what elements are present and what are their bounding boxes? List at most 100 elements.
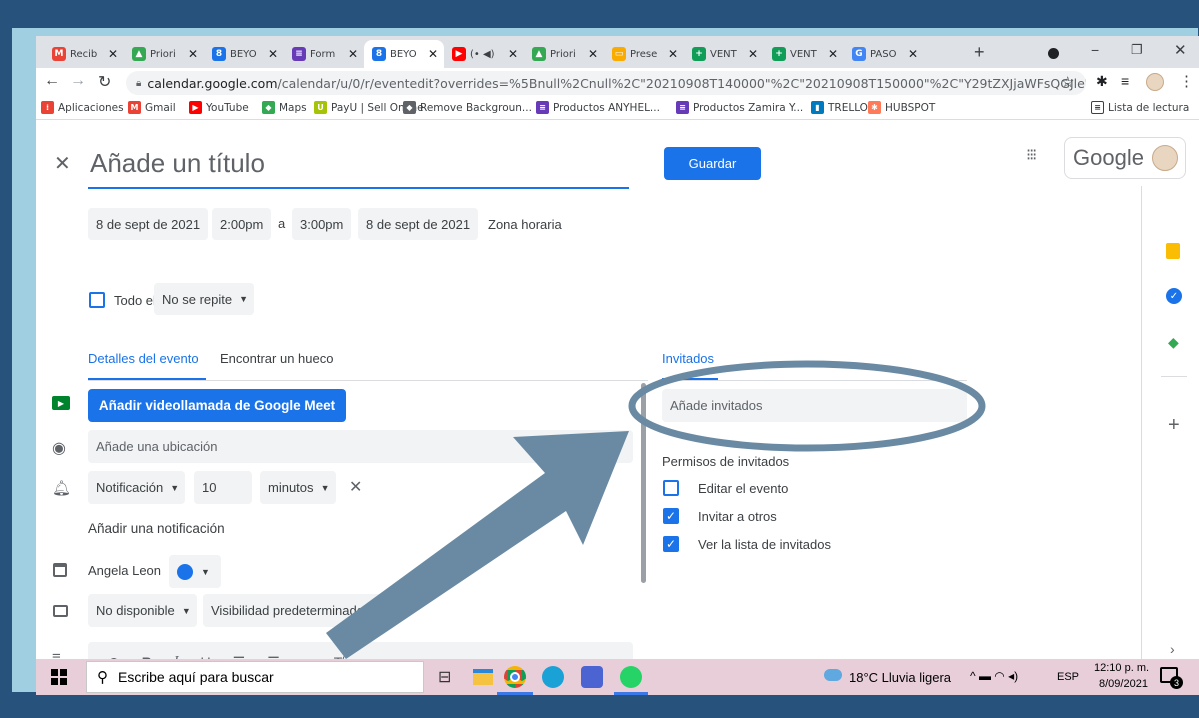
- clock-time[interactable]: 12:10 p. m.: [1094, 662, 1149, 674]
- close-tab-icon[interactable]: ✕: [268, 47, 278, 61]
- notification-unit-dropdown[interactable]: minutos ▼: [260, 471, 336, 504]
- permission-checkbox[interactable]: ✓: [663, 508, 679, 524]
- start-date[interactable]: 8 de sept de 2021: [88, 208, 209, 240]
- bookmark-item[interactable]: ▶ YouTube: [189, 101, 249, 114]
- close-tab-icon[interactable]: ✕: [588, 47, 598, 61]
- app-icon[interactable]: [581, 666, 603, 688]
- browser-tab[interactable]: ▶ (• ◀) ✕: [444, 40, 524, 68]
- browser-tab[interactable]: + VENT ✕: [764, 40, 844, 68]
- extensions-icon[interactable]: ✱: [1096, 73, 1108, 90]
- chrome-icon[interactable]: [504, 666, 526, 688]
- timezone-link[interactable]: Zona horaria: [488, 217, 562, 232]
- chevron-down-icon: ▼: [181, 605, 191, 616]
- visibility-dropdown[interactable]: Visibilidad predeterminada: [203, 594, 389, 627]
- browser-tab[interactable]: 8 BEYO ✕: [364, 40, 444, 68]
- close-tab-icon[interactable]: ✕: [108, 47, 118, 61]
- weather-text[interactable]: 18°C Lluvia ligera: [849, 670, 951, 685]
- google-account-chip[interactable]: Google: [1064, 137, 1186, 179]
- availability-dropdown[interactable]: No disponible ▼: [88, 594, 197, 627]
- close-tab-icon[interactable]: ✕: [428, 47, 438, 61]
- event-color-picker[interactable]: ▼: [169, 555, 221, 588]
- bookmark-item[interactable]: ◆ Maps: [262, 101, 307, 114]
- browser-tab[interactable]: ▲ Priori ✕: [124, 40, 204, 68]
- chevron-right-icon[interactable]: ›: [1170, 641, 1175, 657]
- reload-icon[interactable]: ↻: [98, 72, 111, 92]
- bookmark-item[interactable]: ≡ Productos Zamira Y...: [676, 101, 803, 114]
- start-time[interactable]: 2:00pm: [212, 208, 272, 240]
- bookmark-item[interactable]: ▮ TRELLO: [811, 101, 868, 114]
- media-control-icon[interactable]: ≡: [1121, 73, 1129, 89]
- notification-type-dropdown[interactable]: Notificación ▼: [88, 471, 186, 504]
- browser-tab[interactable]: M Recib ✕: [44, 40, 124, 68]
- location-input[interactable]: Añade una ubicación: [88, 430, 633, 463]
- maps-icon[interactable]: ◆: [1168, 334, 1179, 351]
- tray-icons[interactable]: ^ ▬ ◠ ◂): [970, 669, 1018, 683]
- reading-list-button[interactable]: ≡ Lista de lectura: [1091, 101, 1189, 114]
- language-indicator[interactable]: ESP: [1057, 671, 1079, 683]
- tasks-icon[interactable]: ✓: [1166, 288, 1182, 304]
- close-tab-icon[interactable]: ✕: [668, 47, 678, 61]
- windows-start-icon[interactable]: [51, 669, 67, 685]
- briefcase-icon: [53, 605, 68, 617]
- browser-tab[interactable]: ▭ Prese ✕: [604, 40, 684, 68]
- forward-icon[interactable]: →: [70, 72, 86, 90]
- guests-input[interactable]: Añade invitados: [662, 389, 967, 422]
- profile-avatar[interactable]: [1146, 73, 1164, 91]
- end-time[interactable]: 3:00pm: [292, 208, 352, 240]
- bookmark-item[interactable]: ⁞ Aplicaciones: [41, 101, 124, 114]
- browser-tab[interactable]: G PASO ✕: [844, 40, 924, 68]
- taskbar-search[interactable]: ⚲ Escribe aquí para buscar: [86, 661, 424, 693]
- close-tab-icon[interactable]: ✕: [188, 47, 198, 61]
- bookmark-item[interactable]: ◆ Remove Backgroun...: [403, 101, 532, 114]
- address-bar[interactable]: 🔒︎ calendar.google.com/calendar/u/0/r/ev…: [126, 71, 1086, 95]
- restore-icon[interactable]: ❐: [1131, 42, 1143, 58]
- browser-tab[interactable]: ▲ Priori ✕: [524, 40, 604, 68]
- keep-icon[interactable]: [1166, 243, 1180, 259]
- close-window-icon[interactable]: ✕: [1174, 41, 1187, 59]
- clock-date[interactable]: 8/09/2021: [1099, 678, 1148, 690]
- menu-kebab-icon[interactable]: ⋮: [1179, 72, 1194, 90]
- minimize-icon[interactable]: −: [1091, 42, 1099, 58]
- browser-tab[interactable]: ≡ Form ✕: [284, 40, 364, 68]
- guests-heading[interactable]: Invitados: [662, 351, 714, 366]
- task-view-icon[interactable]: ⊟: [438, 667, 451, 687]
- tab-search-icon[interactable]: [1048, 48, 1059, 59]
- add-meet-button[interactable]: Añadir videollamada de Google Meet: [88, 389, 346, 422]
- edge-icon[interactable]: [542, 666, 564, 688]
- bookmark-label: Gmail: [145, 101, 176, 114]
- add-addon-icon[interactable]: +: [1168, 414, 1180, 437]
- back-icon[interactable]: ←: [44, 72, 60, 90]
- add-notification-link[interactable]: Añadir una notificación: [88, 521, 225, 536]
- apps-grid-icon[interactable]: ⁝⁝⁝: [1026, 145, 1037, 165]
- close-editor-icon[interactable]: ✕: [54, 151, 71, 176]
- browser-tab[interactable]: + VENT ✕: [684, 40, 764, 68]
- tab-event-details[interactable]: Detalles del evento: [88, 351, 199, 366]
- new-tab-button[interactable]: +: [974, 42, 985, 63]
- close-tab-icon[interactable]: ✕: [908, 47, 918, 61]
- all-day-checkbox[interactable]: [89, 292, 105, 308]
- scrollbar[interactable]: [641, 383, 646, 583]
- browser-tab[interactable]: 8 BEYO ✕: [204, 40, 284, 68]
- file-explorer-icon[interactable]: [473, 669, 493, 685]
- tab-find-time[interactable]: Encontrar un hueco: [220, 351, 333, 366]
- close-tab-icon[interactable]: ✕: [348, 47, 358, 61]
- close-tab-icon[interactable]: ✕: [508, 47, 518, 61]
- close-tab-icon[interactable]: ✕: [828, 47, 838, 61]
- repeat-dropdown[interactable]: No se repite ▼: [154, 283, 255, 315]
- bookmark-item[interactable]: ≡ Productos ANYHEL...: [536, 101, 660, 114]
- permission-checkbox[interactable]: [663, 480, 679, 496]
- bookmark-item[interactable]: ✱ HUBSPOT: [868, 101, 935, 114]
- help-icon[interactable]: ?: [398, 602, 413, 617]
- title-input[interactable]: Añade un título: [88, 141, 629, 189]
- notification-value-input[interactable]: 10: [194, 471, 252, 504]
- permission-checkbox[interactable]: ✓: [663, 536, 679, 552]
- bookmark-star-icon[interactable]: ☆: [1061, 73, 1074, 91]
- close-tab-icon[interactable]: ✕: [748, 47, 758, 61]
- remove-notification-icon[interactable]: ✕: [349, 477, 362, 497]
- end-date[interactable]: 8 de sept de 2021: [358, 208, 479, 240]
- drive-icon: ▲: [132, 47, 146, 61]
- whatsapp-icon[interactable]: [620, 666, 642, 688]
- chrome-active-indicator: [497, 692, 533, 695]
- save-button[interactable]: Guardar: [664, 147, 761, 180]
- bookmark-item[interactable]: M Gmail: [128, 101, 176, 114]
